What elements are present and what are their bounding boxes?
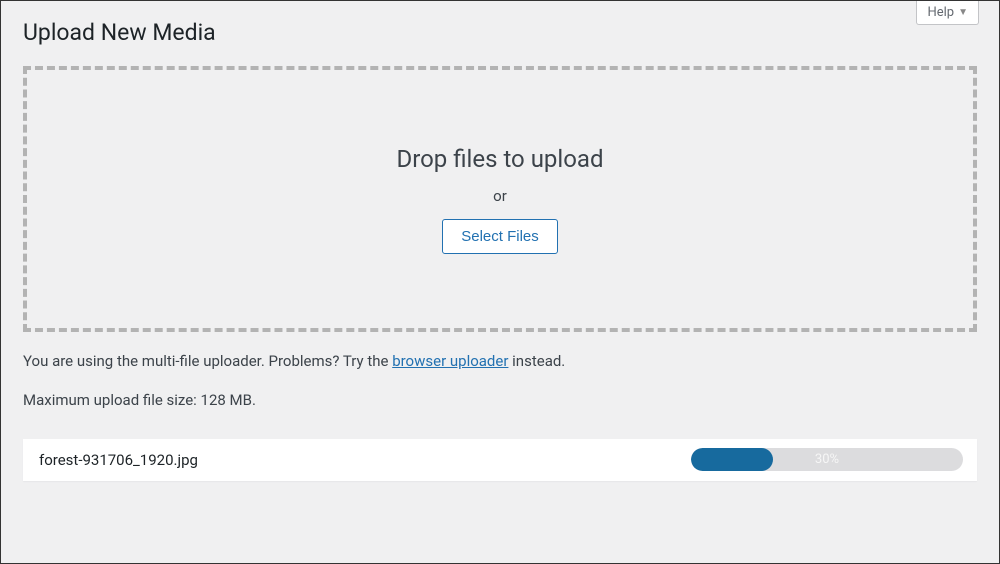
dropzone[interactable]: Drop files to upload or Select Files xyxy=(23,66,977,332)
uploader-info-text: You are using the multi-file uploader. P… xyxy=(1,332,999,373)
upload-filename: forest-931706_1920.jpg xyxy=(39,451,691,469)
info-prefix: You are using the multi-file uploader. P… xyxy=(23,352,392,370)
help-button[interactable]: Help ▼ xyxy=(916,1,979,25)
select-files-button[interactable]: Select Files xyxy=(442,219,558,254)
browser-uploader-link[interactable]: browser uploader xyxy=(392,352,508,370)
info-suffix: instead. xyxy=(508,352,565,370)
progress-percent-label: 30% xyxy=(691,448,963,471)
dropzone-or: or xyxy=(493,187,507,205)
page-title: Upload New Media xyxy=(1,1,999,66)
upload-progress-row: forest-931706_1920.jpg 30% xyxy=(23,439,977,481)
caret-down-icon: ▼ xyxy=(958,7,968,18)
help-label: Help xyxy=(927,5,954,20)
max-upload-size: Maximum upload file size: 128 MB. xyxy=(1,373,999,409)
progress-bar: 30% xyxy=(691,448,963,471)
dropzone-title: Drop files to upload xyxy=(396,145,603,173)
